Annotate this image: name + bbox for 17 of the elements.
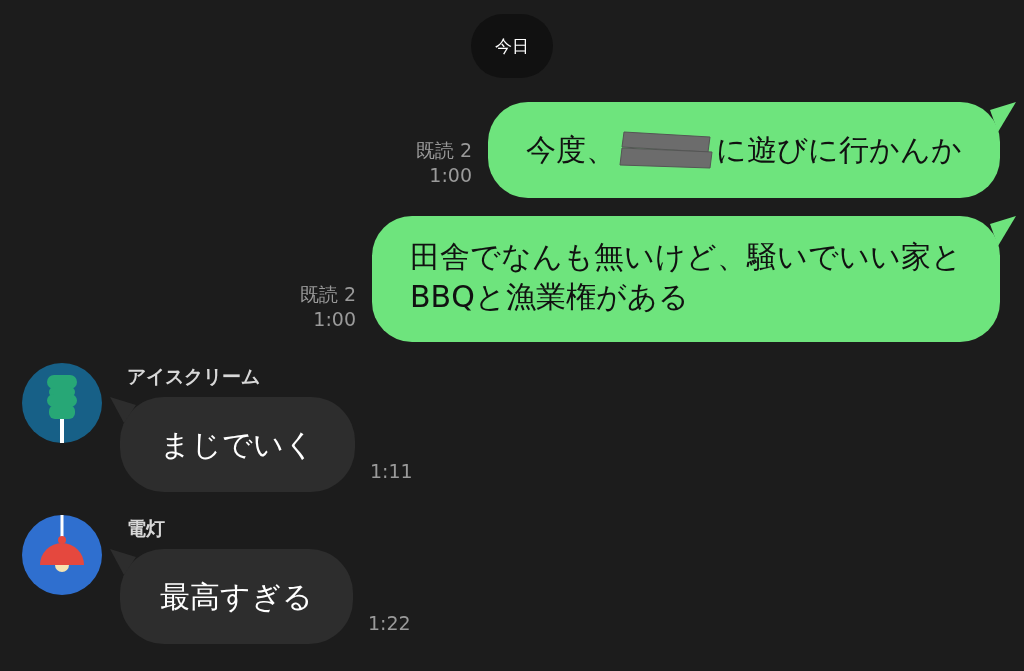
received-message-bubble: 最高すぎる <box>120 549 353 644</box>
lamp-avatar-icon <box>22 515 102 595</box>
sender-name: 電灯 <box>126 516 166 541</box>
sent-message-bubble: 今度、 に遊びに行かんか <box>488 102 1000 198</box>
message-time: 1:00 <box>429 163 472 188</box>
read-receipt: 既読 2 <box>415 138 472 163</box>
bubble-tail <box>990 216 1016 246</box>
received-message-bubble: まじでいく <box>120 397 355 492</box>
message-time: 1:11 <box>370 460 413 482</box>
sender-name: アイスクリーム <box>126 364 261 389</box>
date-label: 今日 <box>471 14 553 78</box>
sent-message-bubble: 田舎でなんも無いけど、騒いでいい家と BBQと漁業権がある <box>372 216 1000 342</box>
message-time: 1:00 <box>313 307 356 332</box>
message-time: 1:22 <box>368 612 411 634</box>
bubble-tail <box>990 102 1016 132</box>
read-receipt: 既読 2 <box>299 282 356 307</box>
ice-candy-avatar-icon <box>22 363 102 443</box>
